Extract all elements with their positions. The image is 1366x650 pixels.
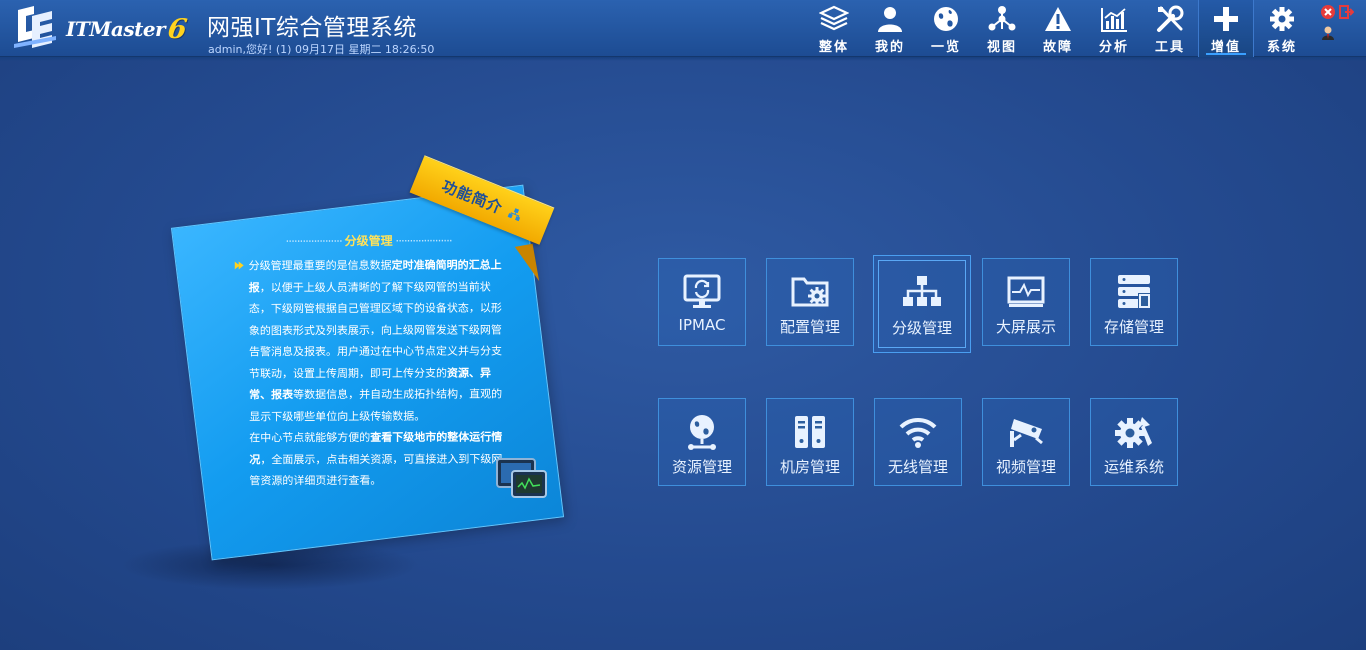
gear-icon — [1267, 5, 1297, 33]
warning-icon — [1043, 5, 1073, 33]
bullet-arrow-icon — [234, 261, 244, 270]
camera-icon — [1006, 413, 1046, 451]
tile-selection-frame — [878, 260, 966, 348]
storage-icon — [1114, 273, 1154, 311]
user-icon — [875, 5, 905, 33]
nav-overview[interactable]: 一览 — [918, 0, 974, 57]
tile-label: 机房管理 — [779, 458, 840, 476]
nav-overall[interactable]: 整体 — [806, 0, 862, 57]
tools-icon — [1155, 5, 1185, 33]
tile-storage[interactable]: 存储管理 — [1090, 258, 1178, 346]
nav-label: 增值 — [1210, 40, 1241, 55]
tile-video[interactable]: 视频管理 — [982, 398, 1070, 486]
tile-wireless[interactable]: 无线管理 — [874, 398, 962, 486]
tile-config[interactable]: 配置管理 — [766, 258, 854, 346]
tile-label: 运维系统 — [1103, 458, 1164, 476]
user-avatar-icon[interactable] — [1320, 25, 1336, 41]
nav-label: 视图 — [986, 40, 1017, 55]
tile-bigscreen[interactable]: 大屏展示 — [982, 258, 1070, 346]
app-title: 网强IT综合管理系统 — [207, 15, 417, 41]
nav-label: 我的 — [874, 40, 905, 55]
wifi-icon — [898, 413, 938, 451]
nav-label: 分析 — [1098, 40, 1129, 55]
top-header: ITMaster6 网强IT综合管理系统 admin,您好! (1) 09月17… — [0, 0, 1366, 61]
tile-label: 大屏展示 — [995, 318, 1056, 336]
main-nav: 整体 我的 一览 视图 故障 分析 工具 增值 系统 — [806, 0, 1310, 57]
intro-paragraph-2: 在中心节点就能够方便的查看下级地市的整体运行情况，全面展示，点击相关资源，可直接… — [249, 430, 503, 488]
nav-fault[interactable]: 故障 — [1030, 0, 1086, 57]
nav-mine[interactable]: 我的 — [862, 0, 918, 57]
intro-content: ···················· 分级管理 ··············… — [234, 232, 504, 492]
nav-tools[interactable]: 工具 — [1142, 0, 1198, 57]
tile-ipmac[interactable]: IPMAC — [658, 258, 746, 346]
logout-icon[interactable] — [1338, 4, 1354, 20]
nav-system[interactable]: 系统 — [1254, 0, 1310, 57]
tile-label: 资源管理 — [671, 458, 732, 476]
header-tools — [1316, 3, 1362, 53]
globe-icon — [931, 5, 961, 33]
tile-label: IPMAC — [678, 316, 726, 334]
intro-paragraph-1: 分级管理最重要的是信息数据定时准确简明的汇总上报，以便于上级人员清晰的了解下级网… — [234, 255, 504, 428]
section-title: ···················· 分级管理 ··············… — [285, 233, 452, 249]
hierarchy-small-icon — [507, 207, 521, 221]
brand-logo: ITMaster6 — [66, 14, 189, 45]
nav-value-added[interactable]: 增值 — [1198, 0, 1254, 57]
tile-resource[interactable]: 资源管理 — [658, 398, 746, 486]
tile-datacenter[interactable]: 机房管理 — [766, 398, 854, 486]
tile-label: 配置管理 — [779, 318, 840, 336]
layers-icon — [819, 5, 849, 33]
tile-ops[interactable]: 运维系统 — [1090, 398, 1178, 486]
folder-gear-icon — [790, 273, 830, 311]
gears-icon — [1114, 413, 1154, 451]
topology-icon — [987, 5, 1017, 33]
nav-analysis[interactable]: 分析 — [1086, 0, 1142, 57]
nav-view[interactable]: 视图 — [974, 0, 1030, 57]
monitor-pair-icon — [496, 458, 547, 498]
server-rack-icon — [790, 413, 830, 451]
plus-icon — [1211, 5, 1241, 33]
close-icon[interactable] — [1320, 4, 1336, 20]
nav-label: 故障 — [1042, 40, 1073, 55]
monitor-cycle-icon — [682, 273, 722, 311]
nav-label: 工具 — [1154, 40, 1185, 55]
wave-screen-icon — [1006, 273, 1046, 311]
tile-hierarchy[interactable]: 分级管理 — [873, 255, 971, 353]
nav-label: 整体 — [818, 40, 849, 55]
nav-label: 一览 — [930, 40, 961, 55]
chart-icon — [1099, 5, 1129, 33]
user-status-line: admin,您好! (1) 09月17日 星期二 18:26:50 — [208, 43, 435, 56]
tile-label: 存储管理 — [1103, 318, 1164, 336]
nav-label: 系统 — [1266, 40, 1297, 55]
tile-label: 无线管理 — [887, 458, 948, 476]
tile-label: 视频管理 — [995, 458, 1056, 476]
logo-icon — [14, 6, 56, 48]
globe-stand-icon — [682, 413, 722, 451]
